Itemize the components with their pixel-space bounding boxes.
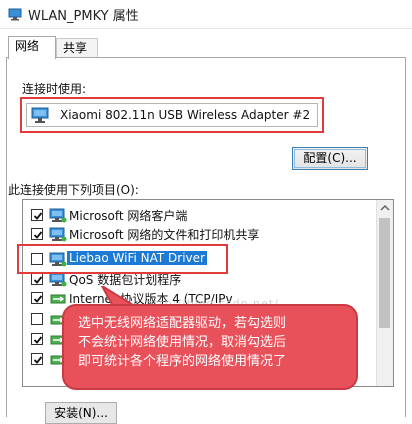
network-client-icon — [49, 272, 67, 291]
annotation-line: 不会统计网络使用情况，取消勾选后 — [78, 335, 287, 350]
list-scrollbar[interactable] — [376, 200, 393, 386]
install-button[interactable]: 安装(N)... — [45, 402, 117, 424]
tab-network[interactable]: 网络 — [8, 36, 56, 59]
annotation-line: 即可统计各个程序的网络使用情况了 — [78, 354, 287, 369]
annotation-callout: 选中无线网络适配器驱动，若勾选则 不会统计网络使用情况，取消勾选后 即可统计各个… — [62, 304, 358, 390]
connect-using-label: 连接时使用: — [22, 82, 87, 96]
item-checkbox[interactable] — [31, 209, 43, 221]
item-checkbox[interactable] — [31, 228, 43, 240]
tab-strip: 网络 共享 — [0, 36, 412, 59]
item-checkbox[interactable] — [31, 333, 43, 345]
item-checkbox[interactable] — [31, 313, 43, 325]
network-client-icon — [49, 208, 67, 227]
adapter-name: Xiaomi 802.11n USB Wireless Adapter #2 — [60, 108, 311, 122]
scroll-up-icon[interactable] — [377, 200, 393, 216]
items-label: 此连接使用下列项目(O): — [8, 183, 139, 197]
network-adapter-icon — [8, 7, 22, 21]
annotation-line: 选中无线网络适配器驱动，若勾选则 — [78, 316, 287, 331]
item-checkbox[interactable] — [31, 353, 43, 365]
item-checkbox[interactable] — [31, 273, 43, 285]
configure-button[interactable]: 配置(C)... — [292, 147, 368, 170]
tab-sharing[interactable]: 共享 — [56, 38, 98, 58]
scroll-thumb[interactable] — [379, 218, 390, 328]
item-label: Microsoft 网络的文件和打印机共享 — [69, 228, 260, 242]
window-title: WLAN_PMKY 属性 — [28, 9, 139, 24]
item-label: Microsoft 网络客户端 — [69, 209, 188, 223]
title-bar: WLAN_PMKY 属性 — [0, 0, 412, 29]
wireless-adapter-icon — [30, 106, 50, 127]
item-checkbox[interactable] — [31, 292, 43, 304]
protocol-icon — [49, 291, 67, 310]
item-highlight-box — [17, 244, 228, 274]
